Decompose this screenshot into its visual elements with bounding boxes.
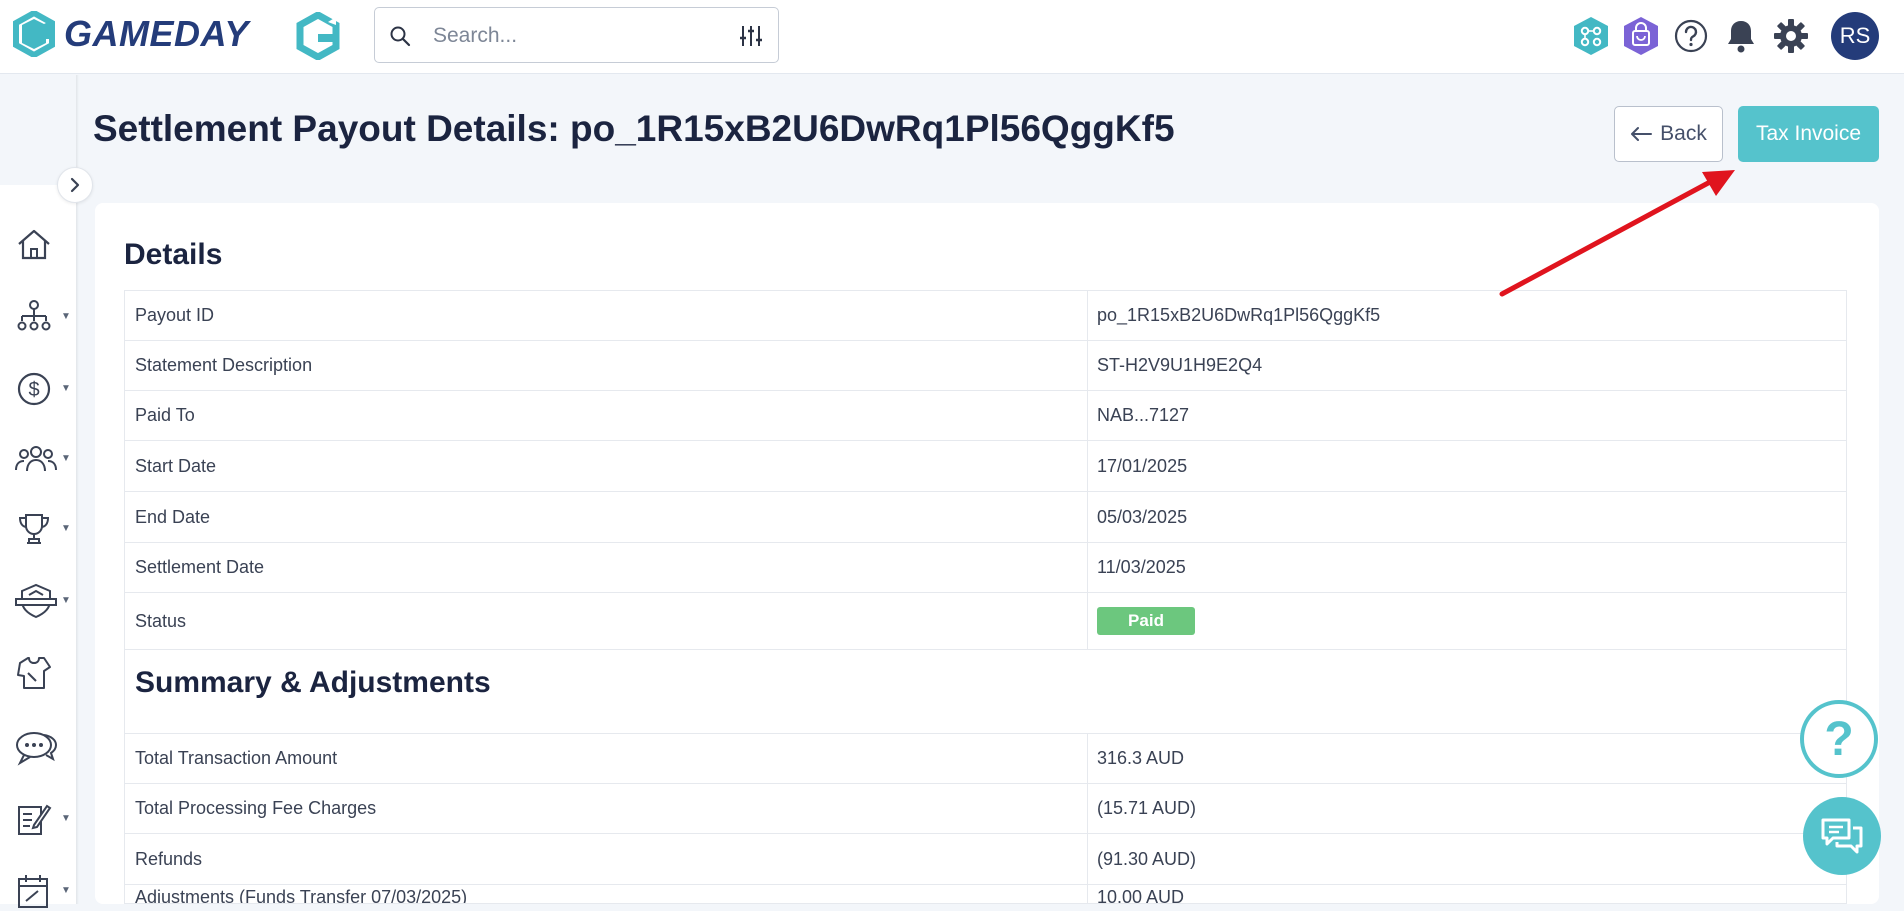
dollar-icon: $ [17, 372, 51, 406]
chevron-down-icon: ▼ [61, 383, 71, 394]
annotation-arrow [1499, 170, 1735, 297]
gameday-g-logo-icon[interactable] [296, 10, 340, 65]
row-label: Adjustments (Funds Transfer 07/03/2025) [135, 887, 468, 904]
back-button-label: Back [1660, 122, 1707, 145]
row-label: Settlement Date [135, 557, 265, 577]
sidebar-item-organisation[interactable]: ▼ [14, 297, 71, 337]
sidebar-top [0, 75, 76, 185]
tax-invoice-button[interactable]: Tax Invoice [1738, 106, 1879, 162]
trophy-icon [18, 514, 50, 544]
chevron-down-icon: ▼ [61, 885, 71, 896]
row-label: Total Transaction Amount [135, 748, 338, 768]
row-label: Total Processing Fee Charges [135, 798, 377, 818]
chat-icon [1821, 818, 1863, 854]
row-value: (15.71 AUD) [1097, 798, 1197, 818]
question-mark-icon: ? [1824, 712, 1854, 766]
shopping-bag-icon[interactable] [1617, 12, 1665, 60]
row-label: Payout ID [135, 305, 215, 325]
row-value: 10.00 AUD [1097, 887, 1185, 904]
floating-help-button[interactable]: ? [1800, 700, 1878, 778]
row-value: ST-H2V9U1H9E2Q4 [1097, 355, 1263, 375]
table-row: End Date 05/03/2025 [124, 492, 1847, 543]
top-bar: GAMEDAY Search... RS [0, 0, 1904, 74]
gear-icon[interactable] [1767, 12, 1815, 60]
apps-network-icon[interactable] [1567, 12, 1615, 60]
home-icon [18, 229, 50, 260]
page-title: Settlement Payout Details: po_1R15xB2U6D… [93, 108, 1175, 149]
row-value: 05/03/2025 [1097, 506, 1188, 527]
sidebar-item-members[interactable]: ▼ [14, 439, 71, 479]
people-icon [15, 446, 57, 472]
sidebar-item-teams[interactable] [14, 653, 70, 693]
table-row: Settlement Date 11/03/2025 [124, 543, 1847, 593]
table-row: Status Paid [124, 593, 1847, 650]
sidebar-item-forms[interactable]: ▼ [14, 799, 71, 839]
org-structure-icon [17, 300, 51, 331]
sidebar-toggle-button[interactable] [57, 167, 93, 203]
sidebar-item-competitions[interactable]: ▼ [14, 509, 71, 549]
row-value: NAB...7127 [1097, 405, 1190, 425]
chevron-down-icon: ▼ [61, 595, 71, 606]
table-row: Adjustments (Funds Transfer 07/03/2025) … [124, 885, 1847, 904]
chevron-down-icon: ▼ [61, 523, 71, 534]
status-badge: Paid [1097, 607, 1195, 635]
table-row: Total Transaction Amount 316.3 AUD [124, 733, 1847, 784]
summary-heading: Summary & Adjustments [135, 666, 491, 699]
row-label: Refunds [135, 848, 203, 869]
row-value: 17/01/2025 [1097, 455, 1188, 476]
help-icon[interactable] [1667, 12, 1715, 60]
details-heading: Details [124, 238, 223, 271]
sidebar: ▼ $ ▼ ▼ ▼ ▼ ▼ ▼ [0, 185, 76, 908]
arrow-left-icon [1631, 127, 1653, 141]
table-row: Statement Description ST-H2V9U1H9E2Q4 [124, 341, 1847, 391]
bell-icon[interactable] [1717, 12, 1765, 60]
row-label: Start Date [135, 455, 217, 476]
row-label: End Date [135, 506, 211, 527]
shield-badge-icon [15, 583, 57, 619]
edit-doc-icon [18, 804, 52, 835]
filter-sliders-icon[interactable] [739, 24, 763, 48]
sidebar-item-events[interactable]: ▼ [14, 871, 71, 911]
row-value: 11/03/2025 [1097, 557, 1186, 577]
table-row: Start Date 17/01/2025 [124, 441, 1847, 492]
search-input[interactable] [431, 22, 705, 50]
sidebar-item-home[interactable] [14, 225, 70, 265]
row-value: (91.30 AUD) [1097, 848, 1197, 869]
table-row: Refunds (91.30 AUD) [124, 834, 1847, 885]
calendar-icon [18, 875, 48, 908]
table-row: Paid To NAB...7127 [124, 391, 1847, 441]
gameday-logo-icon [13, 11, 55, 57]
chevron-down-icon: ▼ [61, 453, 71, 464]
chevron-down-icon: ▼ [61, 813, 71, 824]
jersey-icon [17, 657, 51, 689]
chevron-down-icon: ▼ [61, 311, 71, 322]
search-box[interactable] [374, 7, 779, 63]
row-label: Paid To [135, 405, 195, 425]
row-value: po_1R15xB2U6DwRq1Pl56QggKf5 [1097, 305, 1381, 325]
gameday-logo[interactable]: GAMEDAY [12, 11, 249, 57]
sidebar-item-finance[interactable]: $ ▼ [14, 369, 71, 409]
brand-name: GAMEDAY [64, 13, 249, 54]
chevron-right-icon [70, 177, 80, 193]
user-avatar[interactable]: RS [1831, 12, 1879, 60]
row-label: Statement Description [135, 355, 313, 375]
row-value: 316.3 AUD [1097, 748, 1185, 768]
table-row: Total Processing Fee Charges (15.71 AUD) [124, 784, 1847, 834]
sidebar-item-communications[interactable] [14, 727, 70, 767]
back-button[interactable]: Back [1614, 106, 1723, 162]
search-icon [390, 26, 411, 47]
row-label: Status [135, 610, 187, 631]
sidebar-item-clubs[interactable]: ▼ [14, 581, 71, 621]
svg-text:$: $ [28, 379, 39, 401]
chat-bubbles-icon [16, 732, 58, 766]
chat-support-button[interactable] [1803, 797, 1881, 875]
